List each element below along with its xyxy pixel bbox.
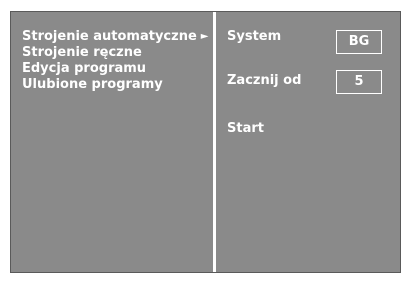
start-button[interactable]: Start bbox=[227, 121, 264, 136]
menu-item-auto-tuning[interactable]: Strojenie automatyczne ► bbox=[22, 29, 208, 45]
start-from-value-box[interactable]: 5 bbox=[336, 70, 382, 94]
system-label: System bbox=[227, 29, 282, 44]
menu-item-label: Strojenie ręczne bbox=[22, 45, 142, 60]
tuning-menu-list: Strojenie automatyczne ► Strojenie ręczne… bbox=[22, 29, 208, 93]
start-from-label: Zacznij od bbox=[227, 73, 302, 88]
menu-item-label: Ulubione programy bbox=[22, 77, 163, 92]
menu-item-label: Strojenie automatyczne bbox=[22, 29, 197, 44]
selected-arrow-icon: ► bbox=[200, 31, 209, 42]
system-value-box[interactable]: BG bbox=[336, 30, 382, 54]
menu-item-program-edit[interactable]: Edycja programu bbox=[22, 61, 208, 77]
settings-panel: System BG Zacznij od 5 Start bbox=[216, 12, 400, 272]
menu-item-favorite-programs[interactable]: Ulubione programy bbox=[22, 77, 208, 93]
menu-panel: Strojenie automatyczne ► Strojenie ręczne… bbox=[11, 12, 213, 272]
menu-item-manual-tuning[interactable]: Strojenie ręczne bbox=[22, 45, 208, 61]
menu-item-label: Edycja programu bbox=[22, 61, 147, 76]
tv-menu-screen: Strojenie automatyczne ► Strojenie ręczne… bbox=[10, 11, 401, 273]
